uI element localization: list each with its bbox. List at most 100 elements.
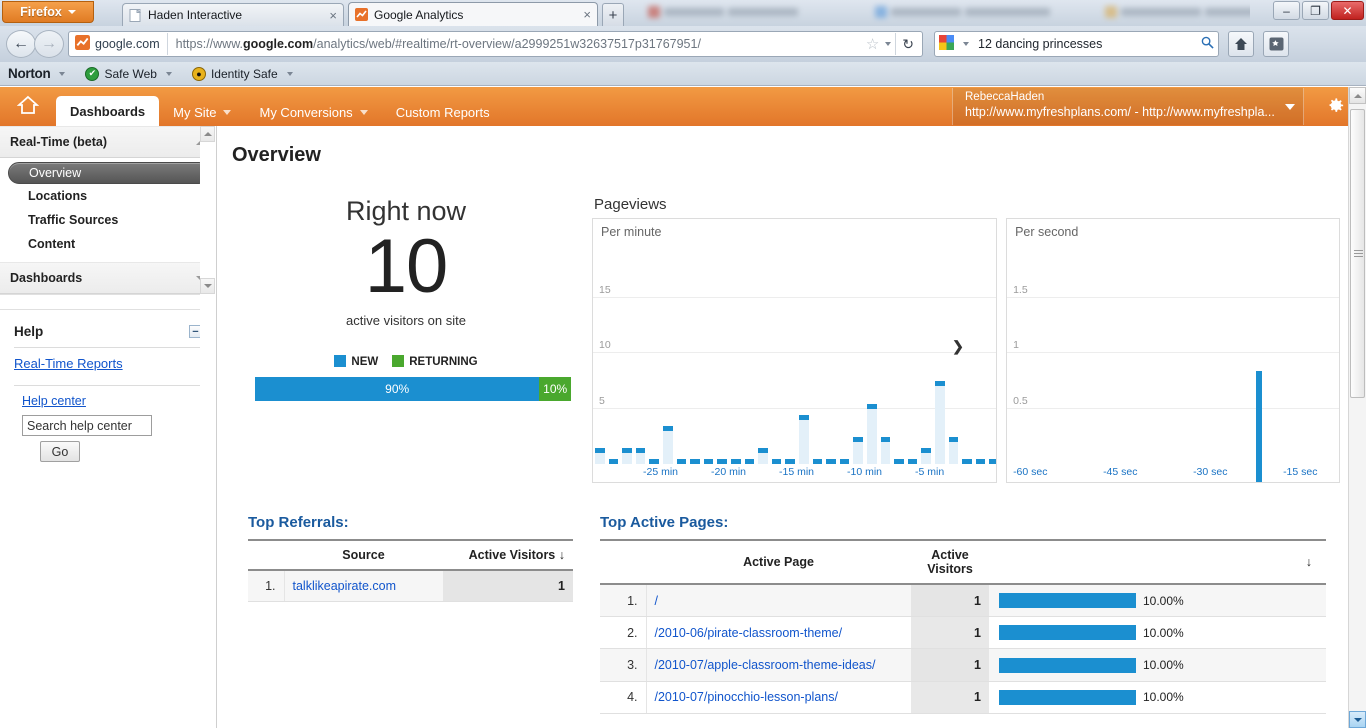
pageviews-per-second-chart: Per second 0.5 1 1.5 -60 sec -45 sec -30 sec… [1006,218,1340,483]
right-now-panel: Right now 10 active visitors on site NEW… [226,196,586,402]
forward-button[interactable]: → [34,30,64,58]
bar [894,459,904,464]
sort-descending-icon[interactable]: ↓ [1306,555,1312,569]
grip-icon [1354,249,1363,258]
table-row: 3. /2010-07/apple-classroom-theme-ideas/1… [600,648,1326,682]
x-axis-tick: -15 min [779,466,815,478]
row-page-link[interactable]: /2010-07/apple-classroom-theme-ideas/ [655,658,876,672]
maximize-button[interactable]: ❐ [1302,1,1329,20]
legend-swatch-new [334,355,347,368]
home-icon[interactable] [0,87,56,126]
bar [676,459,687,464]
pages-col-visitors[interactable]: Active Visitors [911,539,989,585]
referrals-col-visitors[interactable]: Active Visitors ↓ [443,539,573,571]
bookmarks-sidebar-button[interactable] [1263,31,1289,57]
chevron-down-icon[interactable] [59,71,66,76]
search-input[interactable]: 12 dancing princesses [978,37,1196,51]
row-source-link[interactable]: talklikeapirate.com [293,579,397,593]
sidebar-item-locations-label: Locations [28,189,88,203]
close-icon[interactable]: × [321,8,337,23]
new-tab-button[interactable]: + [602,3,624,26]
chevron-down-icon[interactable] [885,42,892,46]
help-go-button[interactable]: Go [40,441,80,462]
row-page[interactable]: /2010-07/pinocchio-lesson-plans/ [646,681,911,714]
home-button[interactable] [1228,31,1254,57]
safeweb-icon: ✔ [85,66,100,81]
back-button[interactable]: ← [6,30,36,58]
help-search-input[interactable]: Search help center [22,415,152,436]
bar [812,459,823,464]
top-active-pages-title: Top Active Pages: [600,514,729,531]
scroll-up-icon[interactable] [200,126,215,142]
percent-label: 10.00% [1143,658,1184,673]
row-percent: 10.00% [989,648,1326,682]
row-page-link[interactable]: /2010-06/pirate-classroom-theme/ [655,626,843,640]
bookmark-identity-safe[interactable]: ● Identity Safe [191,66,297,81]
site-identity-box[interactable]: google.com [71,33,168,55]
google-icon [939,35,954,53]
referrals-col-source[interactable]: Source [284,539,443,571]
url-text[interactable]: https://www.google.com/analytics/web/#re… [168,37,864,51]
page-scrollbar[interactable] [1348,87,1366,728]
help-link-real-time-reports[interactable]: Real-Time Reports [14,356,202,371]
browser-tab-1[interactable]: Haden Interactive × [122,3,344,26]
bookmark-safe-web[interactable]: ✔ Safe Web [85,66,175,81]
sidebar-section-real-time[interactable]: Real-Time (beta) [0,126,216,158]
sidebar-scrollbar[interactable] [200,126,216,601]
sidebar-item-overview[interactable]: Overview [8,162,210,184]
account-selector[interactable]: RebeccaHaden http://www.myfreshplans.com… [952,88,1304,125]
table-row: 1. talklikeapirate.com 1 [248,570,573,602]
close-button[interactable]: ✕ [1331,1,1364,20]
scrollbar-thumb[interactable] [1350,109,1365,398]
firefox-menu-button[interactable]: Firefox [2,1,94,23]
minimize-button[interactable]: – [1273,1,1300,20]
address-bar[interactable]: google.com https://www.google.com/analyt… [68,31,923,57]
help-title: Help [14,324,44,339]
y-axis-tick: 1.5 [1013,283,1028,296]
chevron-down-icon[interactable] [963,42,969,46]
bookmark-safe-web-label: Safe Web [104,66,157,81]
sort-descending-icon[interactable]: ↓ [559,548,565,562]
tab-dashboards[interactable]: Dashboards [56,96,160,126]
row-page[interactable]: /2010-06/pirate-classroom-theme/ [646,616,911,650]
legend-item-new: NEW [334,355,378,368]
y-axis-tick: 15 [599,283,611,296]
sidebar-section-dashboards[interactable]: Dashboards [0,262,216,294]
bar [1256,371,1263,482]
expand-chart-icon[interactable]: ❯ [950,338,966,355]
gear-icon[interactable] [1323,94,1346,123]
bookmark-star-icon[interactable]: ☆ [864,35,881,53]
row-page-link[interactable]: / [655,594,658,608]
close-icon[interactable]: × [575,7,591,22]
scroll-up-icon[interactable] [1349,87,1366,104]
row-page[interactable]: /2010-07/apple-classroom-theme-ideas/ [646,648,911,682]
scroll-down-icon[interactable] [1349,711,1366,728]
search-bar[interactable]: 12 dancing princesses [934,31,1219,57]
tab-my-conversions[interactable]: My Conversions [245,98,381,126]
row-source[interactable]: talklikeapirate.com [284,570,443,602]
row-visitors: 1 [911,584,989,618]
chevron-down-icon[interactable] [286,71,293,76]
pages-col-page[interactable]: Active Page [646,539,911,585]
tab-custom-reports[interactable]: Custom Reports [382,98,504,126]
row-page-link[interactable]: /2010-07/pinocchio-lesson-plans/ [655,690,838,704]
pageviews-per-minute-chart: Per minute 5 10 15 -25 min -20 min -15 min -1… [592,218,998,483]
sidebar-item-traffic-sources[interactable]: Traffic Sources [0,208,216,232]
referrals-col-rank [248,539,284,571]
percent-bar [999,593,1136,609]
row-page[interactable]: / [646,584,911,618]
scroll-down-icon[interactable] [200,278,215,294]
y-axis-tick: 1 [1013,339,1019,351]
sidebar-item-content[interactable]: Content [0,232,216,256]
reload-icon[interactable]: ↻ [895,33,920,55]
browser-tab-2[interactable]: Google Analytics × [348,2,598,26]
pages-col-sort[interactable]: ↓ [989,539,1326,585]
bookmark-norton[interactable]: Norton [8,66,69,81]
search-icon[interactable] [1201,36,1214,52]
chevron-down-icon[interactable] [165,71,172,76]
help-link-help-center[interactable]: Help center [22,394,202,408]
top-referrals-table: Source Active Visitors ↓ 1. talklikeapira… [248,539,573,602]
sidebar-item-locations[interactable]: Locations [0,184,216,208]
percent-bar [999,625,1136,641]
tab-my-site[interactable]: My Site [159,98,245,126]
